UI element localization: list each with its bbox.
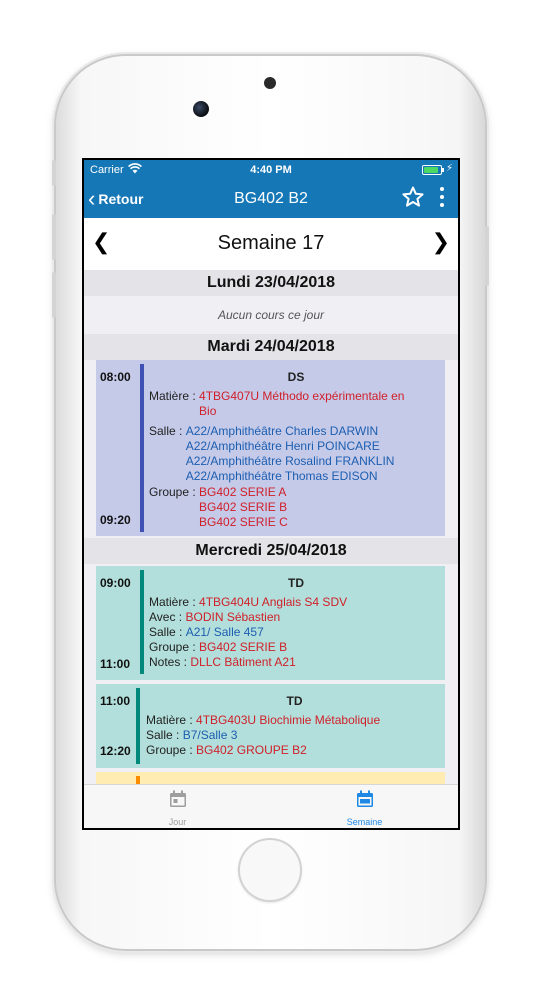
- event-matiere-row: Matière : 4TBG404U Anglais S4 SDV: [149, 595, 443, 610]
- week-header: ❮ Semaine 17 ❯: [84, 218, 458, 270]
- salle-value: A22/Amphithéâtre Thomas EDISON: [185, 469, 378, 483]
- home-button[interactable]: [238, 838, 302, 902]
- salle-label: Salle :: [149, 625, 183, 639]
- matiere-value: 4TBG403U Biochimie Métabolique: [196, 713, 381, 727]
- matiere-value: 4TBG407U Méthodo expérimentale en: [199, 389, 405, 403]
- schedule-list[interactable]: Lundi 23/04/2018 Aucun cours ce jour Mar…: [84, 270, 458, 784]
- groupe-value: BG402 SERIE C: [199, 515, 288, 529]
- salle-value: A21/ Salle 457: [185, 625, 264, 639]
- status-bar: Carrier 4:40 PM ⚡: [84, 160, 458, 180]
- salle-value: A22/Amphithéâtre Charles DARWIN: [185, 424, 379, 438]
- event-salle-row: Salle : B7/Salle 3: [146, 728, 443, 743]
- groupe-value: BG402 SERIE B: [199, 640, 288, 654]
- event-start-time: 09:00: [100, 576, 131, 590]
- event-type: TD: [288, 576, 304, 590]
- event-matiere-row: Matière : 4TBG403U Biochimie Métabolique: [146, 713, 443, 728]
- notes-value: DLLC Bâtiment A21: [190, 655, 296, 669]
- event-salle-row: Salle : A21/ Salle 457: [149, 625, 443, 640]
- event-groupe-row: Groupe : BG402 SERIE A BG402 SERIE B BG4…: [149, 485, 443, 530]
- tab-day-label: Jour: [168, 817, 187, 827]
- tab-bar: Jour Semaine: [84, 784, 458, 828]
- volume-up-button: [52, 214, 56, 260]
- course-event[interactable]: [96, 772, 445, 784]
- salle-label: Salle :: [146, 728, 180, 742]
- event-details: TD Matière : 4TBG403U Biochimie Métaboli…: [146, 694, 443, 758]
- front-camera: [193, 101, 209, 117]
- more-vertical-icon[interactable]: [436, 186, 448, 210]
- matiere-label: Matière :: [149, 595, 196, 609]
- course-event[interactable]: 11:00 12:20 TD Matière : 4TBG403U Biochi…: [96, 684, 445, 768]
- event-type: TD: [286, 694, 303, 708]
- course-event[interactable]: 08:00 09:20 DS Matière : 4TBG407U Méthod…: [96, 360, 445, 536]
- charging-icon: ⚡: [445, 163, 453, 174]
- event-color-bar: [136, 776, 140, 784]
- notes-label: Notes :: [149, 655, 188, 669]
- event-end-time: 12:20: [100, 744, 131, 758]
- groupe-value: BG402 GROUPE B2: [196, 743, 307, 757]
- tab-week[interactable]: Semaine: [271, 789, 458, 827]
- groupe-label: Groupe :: [149, 640, 196, 654]
- matiere-value: Bio: [199, 404, 217, 418]
- status-time: 4:40 PM: [250, 164, 292, 176]
- event-type: DS: [287, 370, 305, 384]
- event-end-time: 11:00: [100, 657, 131, 671]
- next-week-button[interactable]: ❯: [432, 231, 450, 253]
- avec-value: BODIN Sébastien: [185, 610, 281, 624]
- earpiece-speaker: [264, 77, 276, 89]
- event-matiere-row: Matière : 4TBG407U Méthodo expérimentale…: [149, 389, 443, 419]
- avec-label: Avec :: [149, 610, 183, 624]
- mute-switch: [52, 160, 56, 186]
- screen: Carrier 4:40 PM ⚡ ‹ Retour BG402 B2 ❮ Se…: [82, 158, 460, 830]
- day-header: Lundi 23/04/2018: [84, 270, 458, 296]
- event-notes-row: Notes : DLLC Bâtiment A21: [149, 655, 443, 670]
- no-course-message: Aucun cours ce jour: [84, 296, 458, 334]
- app: Carrier 4:40 PM ⚡ ‹ Retour BG402 B2 ❮ Se…: [84, 160, 458, 828]
- event-details: DS Matière : 4TBG407U Méthodo expériment…: [149, 370, 443, 530]
- tab-week-label: Semaine: [346, 817, 383, 827]
- matiere-label: Matière :: [146, 713, 193, 727]
- power-button: [485, 226, 489, 286]
- salle-label: Salle :: [149, 424, 183, 438]
- groupe-value: BG402 SERIE B: [199, 500, 288, 514]
- event-groupe-row: Groupe : BG402 SERIE B: [149, 640, 443, 655]
- event-details: TD Matière : 4TBG404U Anglais S4 SDV Ave…: [149, 576, 443, 670]
- event-start-time: 11:00: [100, 694, 131, 708]
- groupe-label: Groupe :: [146, 743, 193, 757]
- event-groupe-row: Groupe : BG402 GROUPE B2: [146, 743, 443, 758]
- tab-day[interactable]: Jour: [84, 789, 271, 827]
- day-header: Mardi 24/04/2018: [84, 334, 458, 360]
- day-header: Mercredi 25/04/2018: [84, 538, 458, 564]
- volume-down-button: [52, 272, 56, 318]
- week-title: Semaine 17: [217, 232, 325, 254]
- calendar-week-icon: [356, 790, 373, 807]
- groupe-value: BG402 SERIE A: [199, 485, 287, 499]
- nav-bar: ‹ Retour BG402 B2: [84, 180, 458, 218]
- star-icon[interactable]: [401, 185, 425, 209]
- event-avec-row: Avec : BODIN Sébastien: [149, 610, 443, 625]
- calendar-day-icon: [169, 790, 186, 807]
- event-start-time: 08:00: [100, 370, 131, 384]
- salle-value: A22/Amphithéâtre Rosalind FRANKLIN: [185, 454, 395, 468]
- event-salle-row: Salle : A22/Amphithéâtre Charles DARWIN …: [149, 424, 443, 484]
- matiere-value: 4TBG404U Anglais S4 SDV: [199, 595, 348, 609]
- event-end-time: 09:20: [100, 513, 131, 527]
- event-color-bar: [140, 364, 144, 532]
- course-event[interactable]: 09:00 11:00 TD Matière : 4TBG404U Anglai…: [96, 566, 445, 680]
- salle-value: A22/Amphithéâtre Henri POINCARE: [185, 439, 380, 453]
- groupe-label: Groupe :: [149, 485, 196, 499]
- event-color-bar: [140, 570, 144, 674]
- matiere-label: Matière :: [149, 389, 196, 403]
- battery-icon: [422, 165, 444, 175]
- top-bar: Carrier 4:40 PM ⚡ ‹ Retour BG402 B2: [84, 160, 458, 218]
- salle-value: B7/Salle 3: [182, 728, 238, 742]
- event-color-bar: [136, 688, 140, 764]
